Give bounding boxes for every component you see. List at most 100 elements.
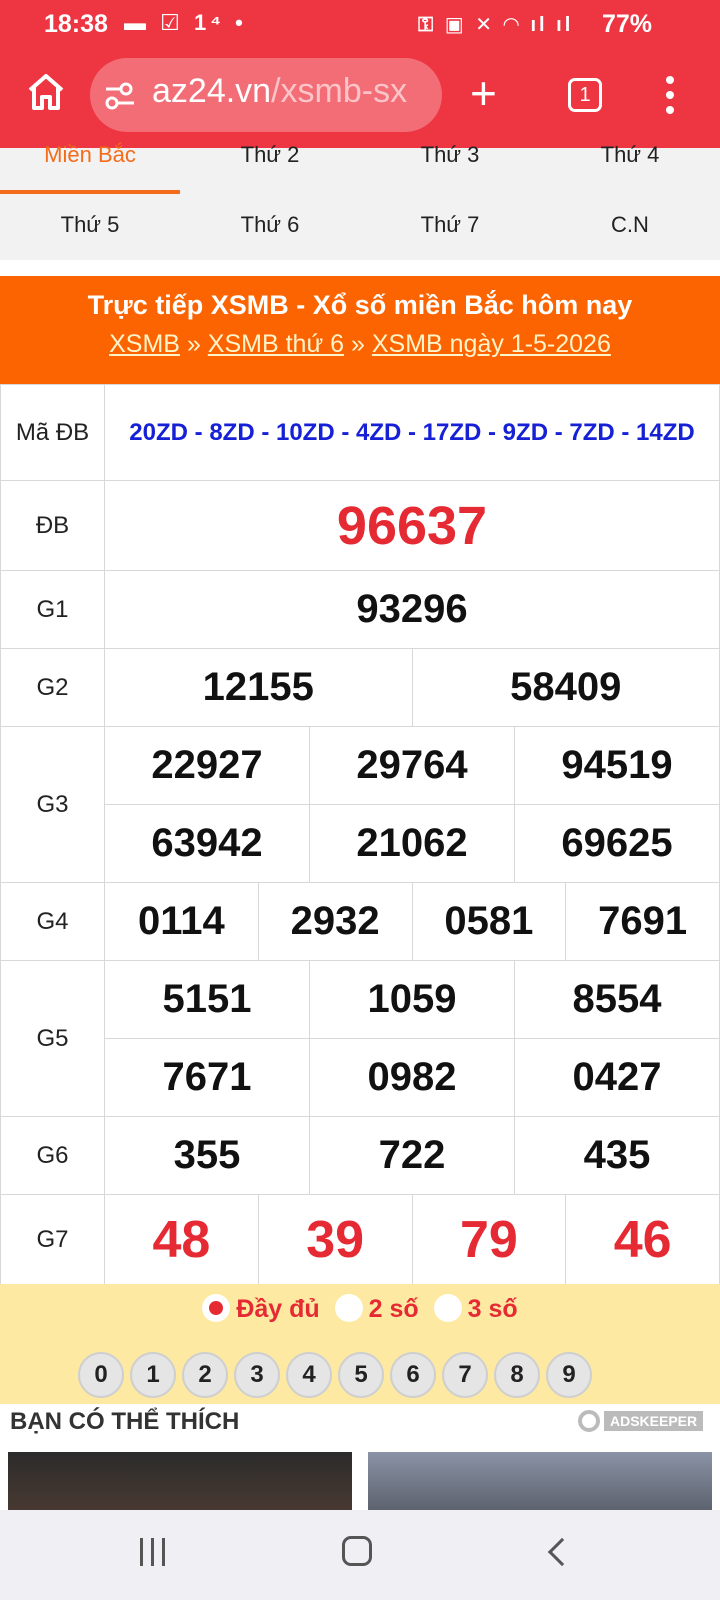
row-g3: G3 22927 29764 94519 bbox=[0, 726, 720, 883]
active-tab-indicator bbox=[0, 190, 180, 194]
system-status-icons: ⚿ ▣ ✕ ◠ ıl ıl bbox=[418, 14, 574, 36]
row-g4: G4 0114 2932 0581 7691 bbox=[0, 882, 720, 961]
url-bar[interactable]: az24.vn/xsmb-sx bbox=[90, 58, 442, 132]
prize-g7: 48 bbox=[104, 1194, 259, 1285]
recent-apps-icon[interactable] bbox=[140, 1538, 173, 1571]
row-ma-db: Mã ĐB 20ZD - 8ZD - 10ZD - 4ZD - 17ZD - 9… bbox=[0, 384, 720, 481]
digit-button[interactable]: 8 bbox=[494, 1352, 540, 1398]
prize-g7: 46 bbox=[565, 1194, 720, 1285]
prize-g5: 0427 bbox=[514, 1038, 720, 1117]
prize-g4: 0581 bbox=[411, 882, 567, 961]
prize-g5: 7671 bbox=[104, 1038, 310, 1117]
home-icon[interactable] bbox=[24, 70, 68, 114]
tab-thu-3[interactable]: Thứ 3 bbox=[360, 142, 540, 168]
tab-thu-7[interactable]: Thứ 7 bbox=[360, 212, 540, 238]
tab-chu-nhat[interactable]: C.N bbox=[540, 212, 720, 238]
option-3-digits[interactable]: 3 số bbox=[433, 1294, 518, 1324]
option-label: 2 số bbox=[368, 1294, 419, 1323]
row-g1: G1 93296 bbox=[0, 570, 720, 649]
label-g4: G4 bbox=[0, 882, 105, 961]
digit-button[interactable]: 6 bbox=[390, 1352, 436, 1398]
prize-g2: 12155 bbox=[104, 648, 413, 727]
digit-button[interactable]: 9 bbox=[546, 1352, 592, 1398]
prize-g1: 93296 bbox=[104, 570, 720, 649]
suggested-thumbnail[interactable] bbox=[368, 1452, 712, 1514]
banner-title: Trực tiếp XSMB - Xổ số miền Bắc hôm nay bbox=[87, 290, 633, 320]
results-banner: Trực tiếp XSMB - Xổ số miền Bắc hôm nay … bbox=[0, 276, 720, 384]
tab-mien-bac[interactable]: Miền Bắc bbox=[0, 142, 180, 168]
suggest-title: BẠN CÓ THỂ THÍCH bbox=[10, 1408, 240, 1435]
row-g2: G2 12155 58409 bbox=[0, 648, 720, 727]
breadcrumb-xsmb[interactable]: XSMB bbox=[109, 330, 180, 358]
prize-g3: 21062 bbox=[309, 804, 515, 883]
prize-g5: 1059 bbox=[309, 960, 515, 1039]
prize-g2: 58409 bbox=[411, 648, 720, 727]
prize-g3: 94519 bbox=[514, 726, 720, 805]
breadcrumb-separator: » bbox=[350, 330, 365, 358]
prize-g4: 7691 bbox=[565, 882, 720, 961]
digit-button[interactable]: 2 bbox=[182, 1352, 228, 1398]
label-db: ĐB bbox=[0, 480, 105, 571]
notification-icons: ▬ ☑ 1⁴ • bbox=[124, 10, 247, 35]
prize-g5: 0982 bbox=[309, 1038, 515, 1117]
prize-g3: 22927 bbox=[104, 726, 310, 805]
option-label: 3 số bbox=[467, 1294, 518, 1323]
row-db: ĐB 96637 bbox=[0, 480, 720, 571]
digit-button[interactable]: 1 bbox=[130, 1352, 176, 1398]
prize-g3: 29764 bbox=[309, 726, 515, 805]
prize-g3: 69625 bbox=[514, 804, 720, 883]
row-g5: G5 5151 1059 8554 bbox=[0, 960, 720, 1117]
digit-button[interactable]: 3 bbox=[234, 1352, 280, 1398]
prize-g3: 63942 bbox=[104, 804, 310, 883]
battery-level: 77% bbox=[602, 10, 653, 38]
digit-button[interactable]: 0 bbox=[78, 1352, 124, 1398]
digit-button[interactable]: 4 bbox=[286, 1352, 332, 1398]
ma-db-codes: 20ZD - 8ZD - 10ZD - 4ZD - 17ZD - 9ZD - 7… bbox=[104, 384, 720, 481]
browser-chrome: 18:38 ▬ ☑ 1⁴ • ⚿ ▣ ✕ ◠ ıl ıl 77% az24.vn… bbox=[0, 0, 720, 148]
radio-selected-icon bbox=[202, 1294, 231, 1323]
ad-badge[interactable]: ADSKEEPER bbox=[578, 1410, 704, 1432]
label-ma-db: Mã ĐB bbox=[0, 384, 105, 481]
row-g7: G7 48 39 79 46 bbox=[0, 1194, 720, 1285]
option-2-digits[interactable]: 2 số bbox=[334, 1294, 419, 1324]
digit-filter: 0123456789 bbox=[78, 1352, 598, 1398]
breadcrumb-xsmb-thu-6[interactable]: XSMB thứ 6 bbox=[208, 330, 344, 358]
site-settings-icon[interactable] bbox=[104, 80, 136, 112]
radio-icon bbox=[334, 1294, 363, 1323]
prize-g5: 8554 bbox=[514, 960, 720, 1039]
row-g5-b: 7671 0982 0427 bbox=[1, 1038, 720, 1117]
label-g6: G6 bbox=[0, 1116, 105, 1195]
digit-mode-options: Đầy đủ 2 số 3 số bbox=[0, 1294, 720, 1334]
suggested-thumbnail[interactable] bbox=[8, 1452, 352, 1514]
digit-button[interactable]: 5 bbox=[338, 1352, 384, 1398]
label-g1: G1 bbox=[0, 570, 105, 649]
tab-thu-5[interactable]: Thứ 5 bbox=[0, 212, 180, 238]
prize-g7: 39 bbox=[257, 1194, 413, 1285]
label-g7: G7 bbox=[0, 1194, 105, 1285]
row-g6: G6 355 722 435 bbox=[0, 1116, 720, 1195]
system-nav-bar bbox=[0, 1510, 720, 1600]
url-host: az24.vn bbox=[152, 72, 272, 110]
breadcrumb-xsmb-date[interactable]: XSMB ngày 1-5-2026 bbox=[372, 330, 611, 358]
option-label: Đầy đủ bbox=[236, 1294, 320, 1323]
digit-button[interactable]: 7 bbox=[442, 1352, 488, 1398]
tab-thu-4[interactable]: Thứ 4 bbox=[540, 142, 720, 168]
prize-g7: 79 bbox=[411, 1194, 567, 1285]
tab-thu-2[interactable]: Thứ 2 bbox=[180, 142, 360, 168]
prize-g4: 2932 bbox=[257, 882, 413, 961]
url-path: /xsmb-sx bbox=[271, 72, 408, 110]
display-filter: Đầy đủ 2 số 3 số 0123456789 bbox=[0, 1284, 720, 1404]
adskeeper-icon bbox=[578, 1410, 600, 1432]
tab-switcher-button[interactable]: 1 bbox=[568, 78, 602, 112]
tab-thu-6[interactable]: Thứ 6 bbox=[180, 212, 360, 238]
prize-g6: 722 bbox=[309, 1116, 515, 1195]
url-text: az24.vn/xsmb-sx bbox=[152, 72, 407, 111]
new-tab-icon[interactable]: + bbox=[470, 66, 497, 120]
overflow-menu-icon[interactable] bbox=[664, 76, 676, 121]
back-icon[interactable] bbox=[547, 1537, 577, 1567]
suggested-content: BẠN CÓ THỂ THÍCH ADSKEEPER bbox=[0, 1404, 720, 1514]
breadcrumb: XSMB » XSMB thứ 6 » XSMB ngày 1-5-2026 bbox=[0, 330, 720, 359]
home-nav-icon[interactable] bbox=[342, 1536, 372, 1566]
option-full[interactable]: Đầy đủ bbox=[202, 1294, 320, 1324]
radio-icon bbox=[433, 1294, 462, 1323]
